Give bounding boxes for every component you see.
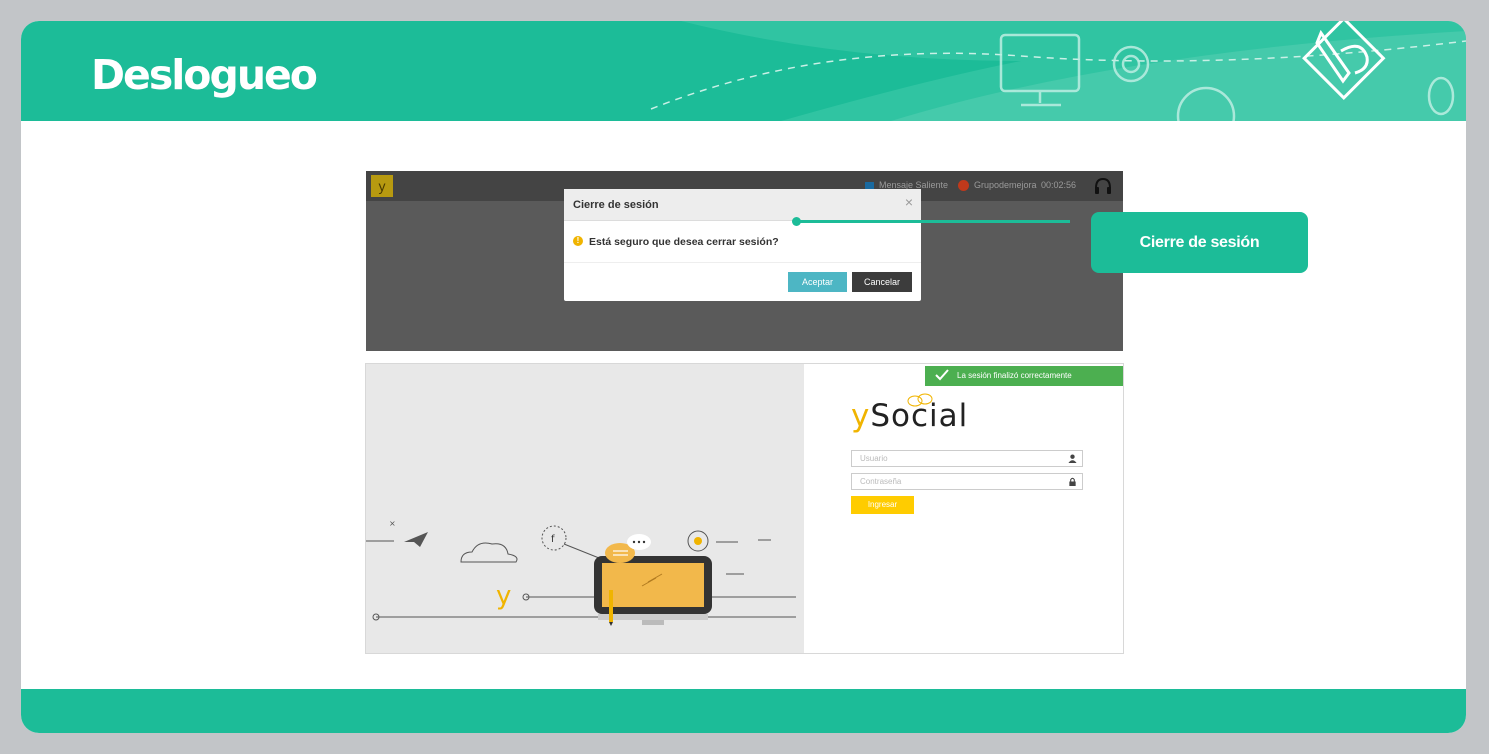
username-placeholder: Usuario (860, 454, 888, 463)
slide-header: Deslogueo (21, 21, 1466, 121)
callout-label: Cierre de sesión (1091, 212, 1308, 273)
success-toast: La sesión finalizó correctamente (925, 366, 1123, 386)
modal-title: Cierre de sesión (573, 199, 659, 211)
brand-logo: ySocial (851, 398, 968, 434)
user-icon (1068, 454, 1077, 463)
close-icon[interactable]: × (905, 194, 913, 210)
brand-logo-text: Social (870, 398, 969, 434)
login-illustration: × f y (366, 364, 804, 653)
modal-header: Cierre de sesión × (564, 189, 921, 221)
accept-button[interactable]: Aceptar (788, 272, 847, 292)
password-field[interactable]: Contraseña (851, 473, 1083, 490)
checkmark-icon (935, 369, 949, 381)
modal-divider (564, 262, 921, 263)
logout-screenshot: y Mensaje Saliente Grupodemejora 00:02:5… (366, 171, 1123, 351)
svg-text:y: y (496, 581, 511, 611)
callout-connector (797, 220, 1070, 223)
svg-text:×: × (389, 519, 396, 528)
slide-footer (21, 689, 1466, 733)
svg-text:f: f (551, 534, 555, 545)
login-button[interactable]: Ingresar (851, 496, 914, 514)
password-placeholder: Contraseña (860, 477, 902, 486)
toast-message: La sesión finalizó correctamente (957, 371, 1072, 380)
app-logo: y (371, 175, 393, 197)
headset-icon[interactable] (1093, 176, 1113, 196)
illustration-art: × f y (366, 519, 796, 626)
cancel-button[interactable]: Cancelar (852, 272, 912, 292)
login-screenshot: × f y La sesión finalizó correctamente y… (365, 363, 1124, 654)
user-status-icon (958, 180, 969, 191)
slide-title: Deslogueo (91, 51, 318, 99)
username-field[interactable]: Usuario (851, 450, 1083, 467)
user-label[interactable]: Grupodemejora (974, 180, 1037, 190)
modal-message: Está seguro que desea cerrar sesión? (589, 236, 779, 248)
brand-logo-y: y (851, 398, 871, 434)
lock-icon (1069, 477, 1076, 486)
session-timer: 00:02:56 (1041, 180, 1077, 190)
warning-icon: ! (573, 236, 583, 246)
logout-modal: Cierre de sesión × ! Está seguro que des… (564, 189, 921, 301)
